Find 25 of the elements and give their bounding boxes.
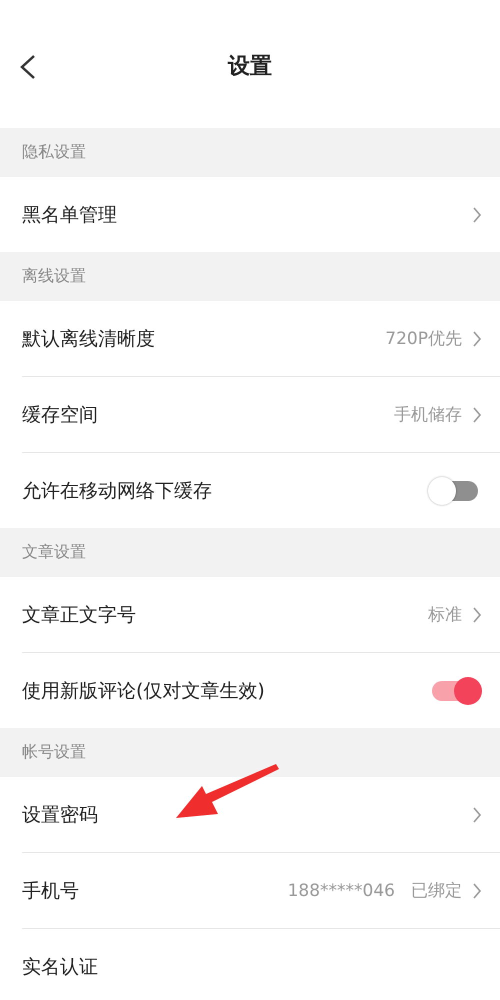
section-title: 文章设置 <box>22 542 86 563</box>
setting-label: 默认离线清晰度 <box>22 326 156 352</box>
chevron-right-icon[interactable] <box>472 406 482 424</box>
chevron-right-icon[interactable] <box>472 806 482 824</box>
setting-label: 黑名单管理 <box>22 202 118 228</box>
section-title: 帐号设置 <box>22 742 86 763</box>
setting-label: 使用新版评论(仅对文章生效) <box>22 678 266 704</box>
setting-value: 标准 <box>428 604 462 626</box>
section-title: 离线设置 <box>22 266 86 287</box>
page-title: 设置 <box>228 53 272 81</box>
setting-value: 188*****046 <box>288 880 395 900</box>
chevron-right-icon[interactable] <box>472 882 482 900</box>
setting-label: 手机号 <box>22 878 80 904</box>
chevron-right-icon[interactable] <box>472 330 482 348</box>
setting-label: 设置密码 <box>22 802 99 828</box>
chevron-right-icon[interactable] <box>472 606 482 624</box>
setting-label: 缓存空间 <box>22 402 99 428</box>
setting-label: 文章正文字号 <box>22 602 137 628</box>
chevron-right-icon[interactable] <box>472 206 482 224</box>
setting-label: 实名认证 <box>22 954 99 980</box>
section-title: 隐私设置 <box>22 142 86 163</box>
setting-value: 720P优先 <box>385 328 462 350</box>
setting-value: 手机储存 <box>394 404 462 426</box>
setting-label: 允许在移动网络下缓存 <box>22 478 213 504</box>
setting-value: 已绑定 <box>411 880 462 902</box>
